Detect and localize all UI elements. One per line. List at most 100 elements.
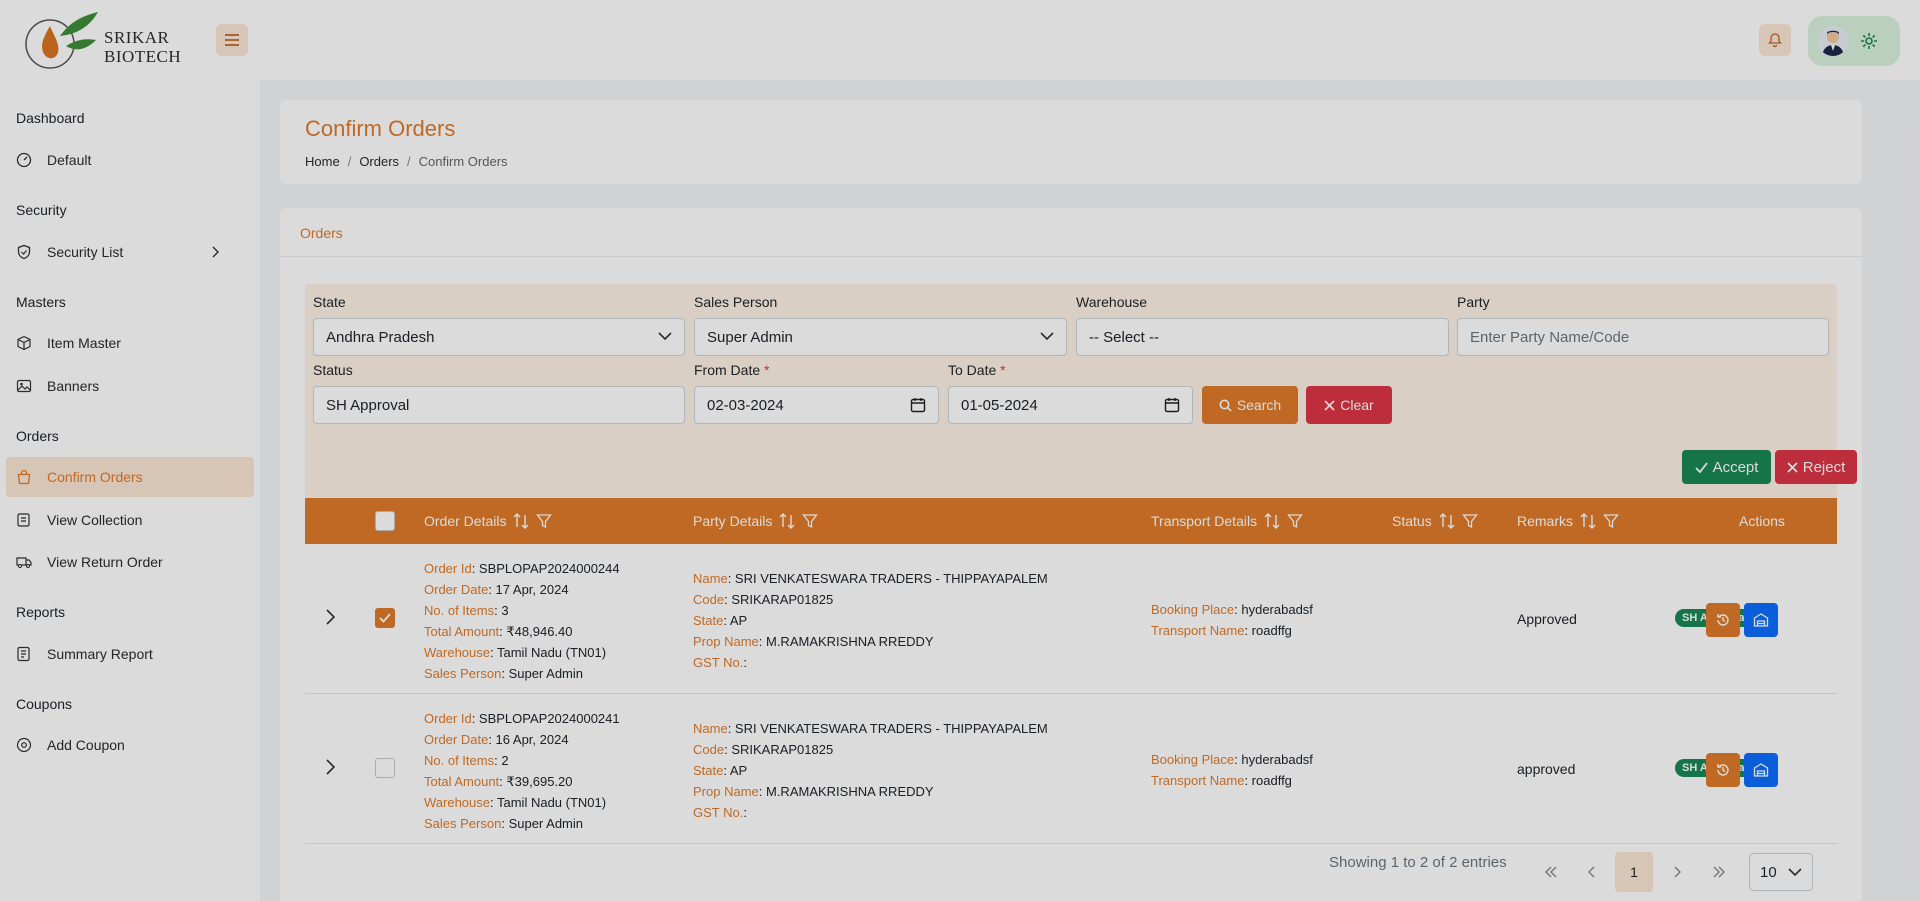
warehouse-button[interactable] (1744, 603, 1778, 637)
sidebar-item-item-master[interactable]: Item Master (6, 323, 254, 363)
filter-icon[interactable] (1287, 513, 1303, 529)
page-size-select[interactable]: 10 (1749, 853, 1813, 891)
party-details: Name: SRI VENKATESWARA TRADERS - THIPPAY… (693, 721, 1048, 820)
accept-button[interactable]: Accept (1682, 450, 1771, 484)
sidebar-item-security-list[interactable]: Security List (6, 232, 254, 272)
sidebar-item-view-collection[interactable]: View Collection (6, 500, 254, 540)
prev-page-button[interactable] (1573, 852, 1611, 892)
search-button[interactable]: Search (1202, 386, 1298, 424)
to-date-input[interactable]: 01-05-2024 (948, 386, 1193, 424)
sales-person-select[interactable]: Super Admin (694, 318, 1067, 356)
to-date-value: 01-05-2024 (961, 396, 1038, 414)
sidebar-item-add-coupon[interactable]: Add Coupon (6, 725, 254, 765)
next-page-button[interactable] (1658, 852, 1696, 892)
booking-place-value: hyderabadsf (1241, 602, 1313, 617)
breadcrumb-orders[interactable]: Orders (359, 154, 399, 169)
page-button-1[interactable]: 1 (1615, 852, 1653, 892)
first-page-button[interactable] (1532, 852, 1570, 892)
header-order-details[interactable]: Order Details (424, 498, 553, 544)
history-button[interactable] (1706, 603, 1740, 637)
select-all-checkbox[interactable] (375, 511, 395, 531)
collection-icon (17, 513, 30, 527)
chevron-right-icon[interactable] (325, 609, 335, 625)
sidebar-item-confirm-orders[interactable]: Confirm Orders (6, 457, 254, 497)
from-date-label: From Date * (694, 362, 769, 378)
row-checkbox[interactable] (375, 758, 395, 778)
row-checkbox[interactable] (375, 608, 395, 628)
clear-button[interactable]: Clear (1306, 386, 1392, 424)
header-label: Transport Details (1151, 513, 1258, 529)
menu-toggle-button[interactable] (216, 24, 248, 56)
party-code-value: SRIKARAP01825 (731, 592, 834, 607)
party-code-label: Code (693, 592, 725, 607)
sidebar-item-summary-report[interactable]: Summary Report (6, 634, 254, 674)
breadcrumb-home[interactable]: Home (305, 154, 340, 169)
to-date-label: To Date * (948, 362, 1006, 378)
order-date-label: Order Date (424, 732, 489, 747)
history-button[interactable] (1706, 753, 1740, 787)
reject-button[interactable]: Reject (1775, 450, 1857, 484)
brand-line-2: BIOTECH (104, 47, 182, 66)
warehouse-value: Tamil Nadu (TN01) (497, 795, 607, 810)
orders-card: Orders State Andhra Pradesh Sales Person… (280, 208, 1862, 901)
transport-name-label: Transport Name (1151, 623, 1245, 638)
filter-icon[interactable] (1603, 513, 1619, 529)
avatar[interactable] (1818, 26, 1848, 56)
close-icon (1787, 461, 1798, 473)
order-details: Order Id: SBPLOPAP2024000241 Order Date:… (424, 711, 620, 831)
transport-name-label: Transport Name (1151, 773, 1245, 788)
sidebar-section-security: Security (16, 202, 67, 218)
filter-icon[interactable] (1461, 513, 1478, 529)
sidebar-section-masters: Masters (16, 294, 66, 310)
last-page-button[interactable] (1700, 852, 1738, 892)
sidebar-item-banners[interactable]: Banners (6, 366, 254, 406)
header-remarks[interactable]: Remarks (1517, 498, 1619, 544)
orders-card-header: Orders (280, 208, 1862, 257)
coupon-icon (16, 737, 32, 753)
notifications-button[interactable] (1759, 24, 1791, 56)
warehouse-icon (1753, 763, 1769, 777)
header-status[interactable]: Status (1392, 498, 1478, 544)
sidebar-section-coupons: Coupons (16, 696, 73, 712)
party-state-value: AP (729, 613, 748, 628)
party-code-value: SRIKARAP01825 (731, 742, 834, 757)
gear-icon[interactable] (1860, 32, 1878, 50)
order-id-value: SBPLOPAP2024000244 (478, 561, 620, 576)
chevron-right-icon[interactable] (325, 759, 335, 775)
sidebar-item-label: Confirm Orders (47, 469, 143, 485)
state-select[interactable]: Andhra Pradesh (313, 318, 685, 356)
sales-person-label: Sales Person (694, 294, 778, 310)
brand-logo (25, 12, 98, 69)
sort-icon[interactable] (1438, 512, 1456, 530)
warehouse-button[interactable] (1744, 753, 1778, 787)
header-transport-details[interactable]: Transport Details (1151, 498, 1303, 544)
required-marker: * (1000, 362, 1006, 378)
sort-icon[interactable] (1263, 512, 1281, 530)
chevron-right-icon (212, 246, 219, 258)
calendar-icon[interactable] (1164, 397, 1180, 413)
order-date-value: 17 Apr, 2024 (495, 582, 569, 597)
calendar-icon[interactable] (910, 397, 926, 413)
order-details: Order Id: SBPLOPAP2024000244 Order Date:… (424, 561, 620, 681)
transport-name-value: roadffg (1251, 773, 1292, 788)
party-name-value: SRI VENKATESWARA TRADERS - THIPPAYAPALEM (734, 571, 1048, 586)
sidebar-item-view-return-order[interactable]: View Return Order (6, 542, 254, 582)
party-input[interactable]: Enter Party Name/Code (1457, 318, 1829, 356)
profile-menu[interactable] (1808, 16, 1900, 66)
sort-icon[interactable] (778, 512, 796, 530)
header-label: Status (1392, 513, 1432, 529)
sales-person-value: Super Admin (508, 816, 583, 831)
search-button-label: Search (1236, 397, 1282, 413)
warehouse-select[interactable]: -- Select -- (1076, 318, 1449, 356)
from-date-input[interactable]: 02-03-2024 (694, 386, 939, 424)
header-party-details[interactable]: Party Details (693, 498, 819, 544)
sort-icon[interactable] (512, 512, 530, 530)
filter-icon[interactable] (802, 513, 819, 529)
sidebar-item-default[interactable]: Default (6, 140, 254, 180)
filter-icon[interactable] (536, 513, 553, 529)
order-date-value: 16 Apr, 2024 (495, 732, 569, 747)
status-select[interactable]: SH Approval (313, 386, 685, 424)
party-details: Name: SRI VENKATESWARA TRADERS - THIPPAY… (693, 571, 1048, 670)
sidebar-item-label: View Collection (47, 512, 143, 528)
sort-icon[interactable] (1579, 512, 1597, 530)
